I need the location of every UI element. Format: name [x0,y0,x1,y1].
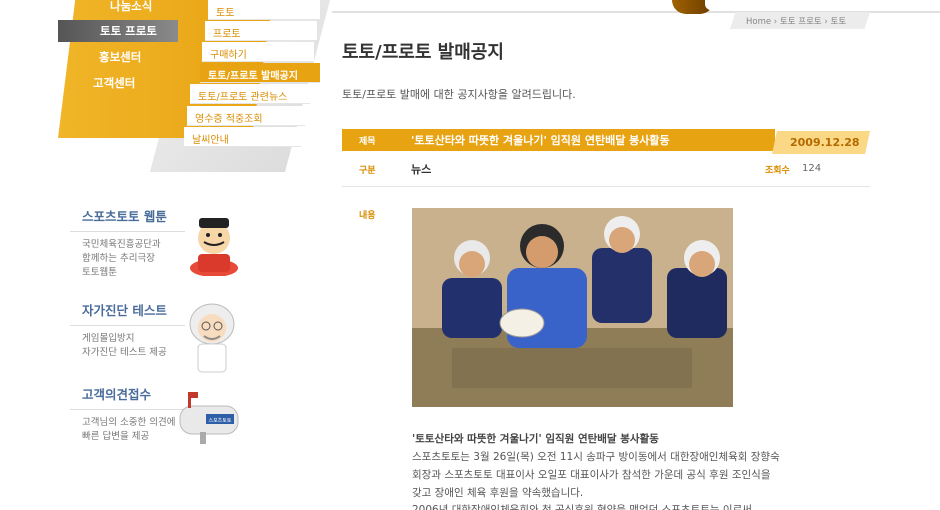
article-body-line: 갖고 장애인 체육 후원을 약속했습니다. [412,487,584,499]
main-menu-item-label: 토토 프로토 [100,24,157,38]
page-title: 토토/프로토 발매공지 [342,42,504,63]
webtoon-character-icon [190,218,238,276]
promo-title: 스포츠토토 웹툰 [70,206,185,232]
article-body-title: '토토산타와 따뜻한 겨울나기' 임직원 연탄배달 봉사활동 [412,433,659,445]
views-label: 조회수 [765,166,790,176]
header-decoration-inner [705,0,717,10]
article-body-line: 스포츠토토는 3월 26일(목) 오전 11시 송파구 방이동에서 대한장애인체… [412,451,780,463]
article-body-line: 회장과 스포츠토토 대표이사 오일포 대표이사가 참석한 가운데 공식 후원 조… [412,469,771,481]
page-description: 토토/프로토 발매에 대한 공지사항을 알려드립니다. [342,88,576,101]
main-menu-item-pr[interactable]: 홍보센터 [99,49,141,65]
article-date: 2009.12.28 [772,131,870,154]
submenu-item-related-news[interactable]: 토토/프로토 관련뉴스 [190,84,310,104]
title-label: 제목 [359,137,376,147]
row-divider [342,186,870,187]
promo-title: 고객의견접수 [70,384,185,410]
article-body-line: 2006년 대한장애인체육회와 첫 공식후원 협약을 맺었던 스포츠토토는 이로… [412,504,752,510]
submenu-item-proto[interactable]: 프로토 [205,21,317,41]
mailbox-icon: 스포츠토토 [179,392,239,444]
article-category: 뉴스 [411,163,432,176]
doctor-character-icon [189,303,235,373]
submenu-item-receipt-check[interactable]: 영수증 적중조회 [187,106,305,126]
submenu-item-toto[interactable]: 토토 [208,0,320,20]
article-title: '토토산타와 따뜻한 겨울나기' 임직원 연탄배달 봉사활동 [411,134,670,147]
submenu-item-weather[interactable]: 날씨안내 [184,127,301,147]
breadcrumb: Home › 토토 프로토 › 토토 [730,12,870,29]
views-count: 124 [802,163,822,174]
submenu-item-notice[interactable]: 토토/프로토 발매공지 [200,63,320,83]
page: 나눔소식 토토 프로토 홍보센터 고객센터 토토 프로토 구매하기 토토/프로토… [0,0,940,510]
category-label: 구분 [359,166,376,176]
main-menu-item-toto-proto[interactable]: 토토 프로토 [58,20,178,42]
promo-title: 자가진단 테스트 [70,300,185,326]
mailbox-label: 스포츠토토 [208,418,231,424]
main-menu-item-news[interactable]: 나눔소식 [110,0,152,14]
content-label: 내용 [359,211,376,221]
article-photo [412,208,733,407]
submenu-item-purchase[interactable]: 구매하기 [202,42,314,62]
main-menu-item-support[interactable]: 고객센터 [93,75,135,91]
